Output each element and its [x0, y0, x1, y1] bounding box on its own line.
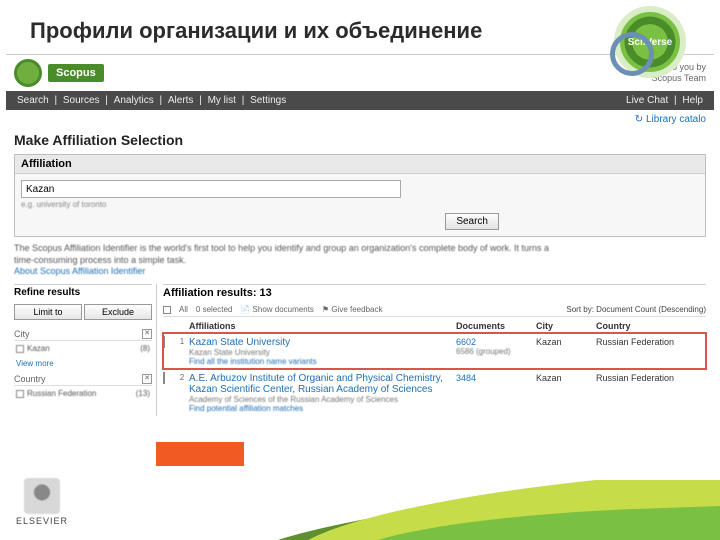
- panel-label: Affiliation: [15, 155, 705, 174]
- scopus-brand: Scopus: [48, 64, 104, 82]
- col-affiliations: Affiliations: [189, 321, 456, 331]
- sciverse-logo: Sci.Verse: [614, 6, 686, 78]
- checkbox-icon[interactable]: [16, 345, 24, 353]
- refine-head: Refine results: [14, 284, 152, 300]
- facet-collapse-icon[interactable]: ✕: [142, 329, 152, 339]
- result-row[interactable]: 1 Kazan State University Kazan State Uni…: [163, 333, 706, 369]
- col-documents: Documents: [456, 321, 536, 331]
- view-more-link[interactable]: View more: [14, 356, 152, 371]
- decorative-swoosh: [0, 480, 720, 540]
- limit-to-button[interactable]: Limit to: [14, 304, 82, 320]
- nav-analytics[interactable]: Analytics: [111, 95, 157, 106]
- refine-sidebar: Refine results Limit to Exclude City ✕ Ka…: [14, 284, 152, 416]
- elsevier-tree-icon: [24, 478, 60, 514]
- nav-sources[interactable]: Sources: [60, 95, 103, 106]
- sort-select[interactable]: Sort by: Document Count (Descending): [566, 305, 706, 314]
- facet-city: City: [14, 329, 30, 339]
- checkbox-icon[interactable]: [16, 390, 24, 398]
- doc-count-link[interactable]: 3484: [456, 373, 476, 383]
- affiliation-link[interactable]: A.E. Arbuzov Institute of Organic and Ph…: [189, 373, 443, 395]
- slide-title: Профили организации и их объединение: [30, 18, 690, 44]
- nav-search[interactable]: Search: [14, 95, 52, 106]
- description: The Scopus Affiliation Identifier is the…: [6, 243, 714, 284]
- nav-settings[interactable]: Settings: [247, 95, 289, 106]
- facet-country: Country: [14, 374, 46, 384]
- screenshot-area: Scopus Brought to you by Scopus Team Sea…: [6, 54, 714, 416]
- page-title: Make Affiliation Selection: [6, 128, 714, 154]
- row-checkbox[interactable]: [163, 336, 165, 348]
- highlight-callout: [156, 442, 244, 466]
- result-row[interactable]: 2 A.E. Arbuzov Institute of Organic and …: [163, 369, 706, 416]
- affiliation-link[interactable]: Kazan State University: [189, 337, 290, 348]
- scopus-circle-icon: [14, 59, 42, 87]
- show-documents[interactable]: 📄 Show documents: [240, 305, 314, 314]
- search-button[interactable]: Search: [445, 213, 499, 230]
- give-feedback[interactable]: ⚑ Give feedback: [322, 305, 383, 314]
- results-main: Affiliation results: 13 All 0 selected 📄…: [156, 284, 706, 416]
- affiliation-input[interactable]: [21, 180, 401, 198]
- facet-item[interactable]: Kazan (8): [14, 341, 152, 356]
- nav-livechat[interactable]: Live Chat: [623, 95, 671, 106]
- row-checkbox[interactable]: [163, 372, 165, 384]
- name-variants-link[interactable]: Find all the institution name variants: [189, 357, 456, 366]
- nav-mylist[interactable]: My list: [205, 95, 239, 106]
- main-nav: Search | Sources | Analytics | Alerts | …: [6, 91, 714, 110]
- potential-matches-link[interactable]: Find potential affiliation matches: [189, 404, 456, 413]
- results-count: Affiliation results: 13: [163, 284, 706, 303]
- about-link[interactable]: About Scopus Affiliation Identifier: [14, 266, 706, 278]
- select-all[interactable]: All: [179, 305, 188, 314]
- filter-hint: e.g. university of toronto: [21, 200, 699, 209]
- col-country: Country: [596, 321, 706, 331]
- elsevier-logo: ELSEVIER: [16, 478, 68, 526]
- doc-count-link[interactable]: 6602: [456, 337, 476, 347]
- affiliation-search-panel: Affiliation e.g. university of toronto S…: [14, 154, 706, 237]
- exclude-button[interactable]: Exclude: [84, 304, 152, 320]
- select-all-checkbox[interactable]: [163, 306, 171, 314]
- facet-item[interactable]: Russian Federation (13): [14, 386, 152, 401]
- col-city: City: [536, 321, 596, 331]
- facet-collapse-icon[interactable]: ✕: [142, 374, 152, 384]
- library-catalog-link[interactable]: Library catalo: [635, 114, 706, 125]
- nav-alerts[interactable]: Alerts: [165, 95, 197, 106]
- nav-help[interactable]: Help: [679, 95, 706, 106]
